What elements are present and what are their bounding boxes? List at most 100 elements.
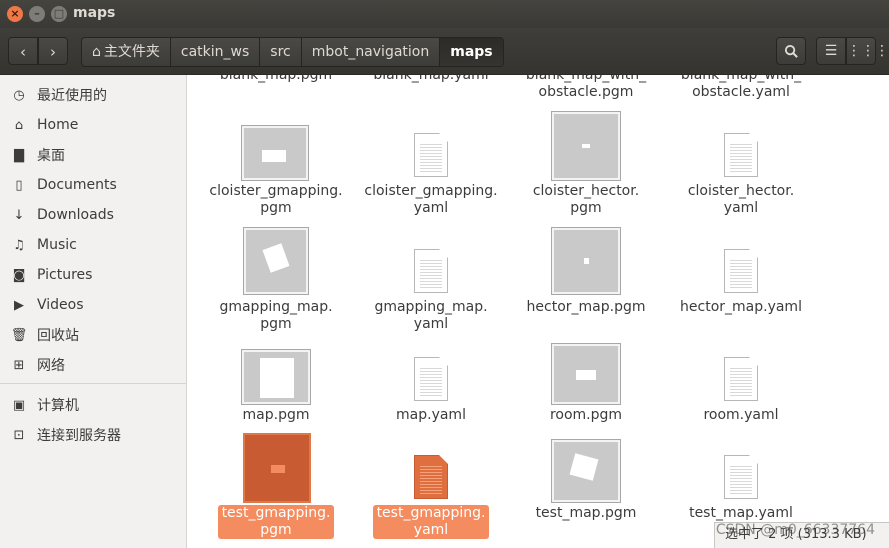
home-icon: ⌂ — [92, 44, 101, 60]
camera-icon: ◙ — [12, 267, 26, 283]
minimize-window-button[interactable]: – — [29, 6, 45, 22]
text-lines — [420, 466, 442, 494]
file-item[interactable]: gmapping_map. yaml — [356, 299, 506, 333]
file-item[interactable]: hector_map.yaml — [666, 299, 816, 316]
list-icon: ☰ — [824, 43, 838, 59]
text-file-icon[interactable] — [414, 357, 448, 401]
pgm-thumbnail[interactable] — [241, 125, 309, 181]
breadcrumb-src[interactable]: src — [260, 38, 302, 66]
file-item[interactable]: cloister_gmapping. pgm — [201, 183, 351, 217]
chevron-left-icon: ‹ — [20, 43, 26, 61]
music-icon: ♫ — [13, 237, 25, 253]
file-item[interactable]: map.yaml — [356, 407, 506, 424]
text-file-icon[interactable] — [724, 357, 758, 401]
file-item[interactable]: room.yaml — [666, 407, 816, 424]
sidebar-item-documents[interactable]: ▯ Documents — [0, 171, 186, 199]
text-lines — [730, 466, 752, 494]
grid-view-button[interactable]: ⋮⋮⋮ — [846, 37, 889, 65]
breadcrumb-maps[interactable]: maps — [440, 38, 503, 66]
pgm-thumbnail[interactable] — [241, 349, 311, 405]
file-item[interactable]: blank_map_with_ obstacle.pgm — [511, 75, 661, 101]
map-shape — [260, 358, 294, 398]
list-view-button[interactable]: ☰ — [816, 37, 846, 65]
sidebar-item-connect-server[interactable]: ⊡ 连接到服务器 — [0, 421, 186, 449]
sidebar-item-desktop[interactable]: ▇ 桌面 — [0, 141, 186, 169]
sidebar: ◷ 最近使用的 ⌂ Home ▇ 桌面 ▯ Documents ↓ Downloads ♫… — [0, 75, 187, 548]
text-file-icon[interactable] — [724, 133, 758, 177]
close-window-button[interactable]: × — [7, 6, 23, 22]
file-item[interactable]: blank_map_with_ obstacle.yaml — [666, 75, 816, 101]
sidebar-item-recent[interactable]: ◷ 最近使用的 — [0, 81, 186, 109]
file-item[interactable]: room.pgm — [511, 407, 661, 424]
network-icon: ⊞ — [13, 357, 25, 373]
chevron-right-icon: › — [50, 43, 56, 61]
breadcrumb: ⌂ 主文件夹 catkin_ws src mbot_navigation maps — [81, 37, 504, 67]
file-item[interactable]: test_map.pgm — [511, 505, 661, 522]
map-shape — [569, 453, 599, 481]
file-item[interactable]: cloister_gmapping. yaml — [356, 183, 506, 217]
map-shape — [584, 258, 589, 264]
file-item[interactable]: test_map.yaml — [666, 505, 816, 522]
sidebar-item-music[interactable]: ♫ Music — [0, 231, 186, 259]
pgm-thumbnail[interactable] — [551, 111, 621, 181]
video-icon: ▶ — [14, 297, 24, 313]
sidebar-item-trash[interactable]: 🗑 回收站 — [0, 321, 186, 349]
pgm-thumbnail[interactable] — [551, 343, 621, 405]
sidebar-item-pictures[interactable]: ◙ Pictures — [0, 261, 186, 289]
map-shape — [262, 243, 290, 273]
window-title: maps — [73, 5, 116, 21]
sidebar-item-network[interactable]: ⊞ 网络 — [0, 351, 186, 379]
map-shape — [576, 370, 596, 380]
file-item[interactable]: cloister_hector. yaml — [666, 183, 816, 217]
computer-icon: ▣ — [12, 397, 26, 413]
map-shape — [271, 465, 285, 473]
sidebar-item-computer[interactable]: ▣ 计算机 — [0, 391, 186, 419]
text-lines — [730, 368, 752, 396]
map-shape — [262, 150, 286, 162]
sidebar-divider — [0, 383, 186, 384]
text-file-icon[interactable] — [414, 249, 448, 293]
text-file-icon-selected[interactable] — [414, 455, 448, 499]
sidebar-item-downloads[interactable]: ↓ Downloads — [0, 201, 186, 229]
text-lines — [730, 144, 752, 172]
search-button[interactable] — [776, 37, 806, 65]
document-icon: ▯ — [15, 177, 23, 193]
file-item[interactable]: gmapping_map. pgm — [201, 299, 351, 333]
pgm-thumbnail-selected[interactable] — [243, 433, 311, 503]
watermark: CSDN @m0_66337764 — [715, 522, 875, 538]
text-lines — [730, 260, 752, 288]
file-item-selected[interactable]: test_gmapping. pgm — [201, 505, 351, 539]
file-item-selected[interactable]: test_gmapping. yaml — [356, 505, 506, 539]
title-bar: × – □ maps — [0, 0, 889, 28]
text-lines — [420, 144, 442, 172]
back-button[interactable]: ‹ — [8, 37, 38, 65]
map-shape — [582, 144, 590, 148]
breadcrumb-catkin-ws[interactable]: catkin_ws — [171, 38, 261, 66]
sidebar-item-home[interactable]: ⌂ Home — [0, 111, 186, 139]
clock-icon: ◷ — [13, 87, 25, 103]
desktop-folder-icon: ▇ — [14, 147, 24, 163]
text-file-icon[interactable] — [414, 133, 448, 177]
sidebar-item-videos[interactable]: ▶ Videos — [0, 291, 186, 319]
forward-button[interactable]: › — [38, 37, 68, 65]
toolbar: ‹ › ⌂ 主文件夹 catkin_ws src mbot_navigation … — [0, 28, 889, 75]
file-item[interactable]: blank_map.yaml — [356, 75, 506, 84]
server-icon: ⊡ — [13, 427, 25, 443]
grid-icon: ⋮⋮⋮ — [847, 43, 889, 59]
pgm-thumbnail[interactable] — [551, 439, 621, 503]
maximize-window-button[interactable]: □ — [51, 6, 67, 22]
trash-icon: 🗑 — [10, 327, 28, 343]
file-item[interactable]: cloister_hector. pgm — [511, 183, 661, 217]
pgm-thumbnail[interactable] — [551, 227, 621, 295]
search-icon — [784, 44, 798, 58]
text-file-icon[interactable] — [724, 249, 758, 293]
file-item[interactable]: map.pgm — [201, 407, 351, 424]
file-item[interactable]: hector_map.pgm — [511, 299, 661, 316]
text-file-icon[interactable] — [724, 455, 758, 499]
pgm-thumbnail[interactable] — [243, 227, 309, 295]
text-lines — [420, 260, 442, 288]
breadcrumb-home[interactable]: ⌂ 主文件夹 — [82, 38, 171, 66]
download-icon: ↓ — [13, 207, 25, 223]
breadcrumb-mbot-navigation[interactable]: mbot_navigation — [302, 38, 441, 66]
file-item[interactable]: blank_map.pgm — [201, 75, 351, 84]
